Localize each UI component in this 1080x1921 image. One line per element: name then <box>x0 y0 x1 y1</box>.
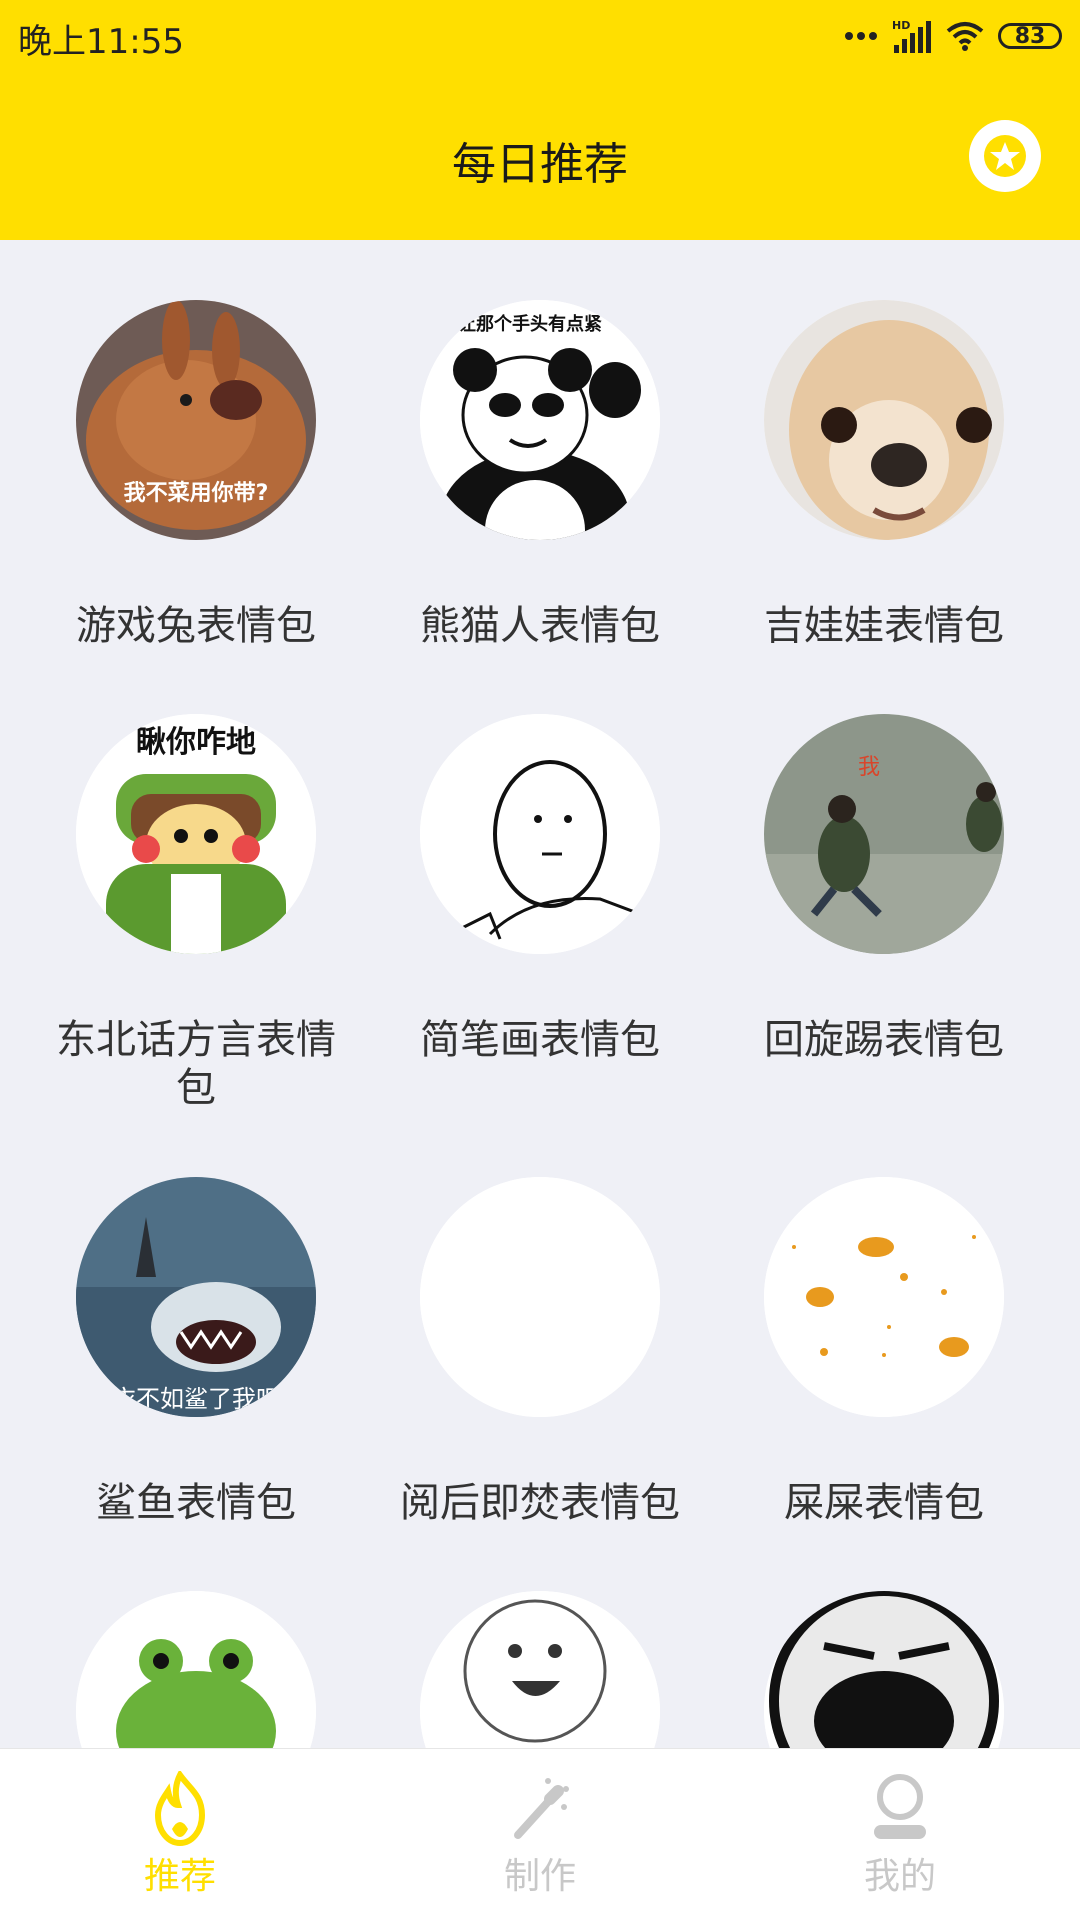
grid-item-panda[interactable]: 让那个手头有点紧 熊猫人表情包 <box>344 240 704 660</box>
tab-label: 我的 <box>863 1856 936 1897</box>
status-bar: 晚上11:55 HD 83 <box>0 0 1080 74</box>
grid-item-burn-after-read[interactable]: 阅后即焚表情包 <box>344 1117 704 1537</box>
tab-create[interactable]: 制作 <box>360 1749 720 1921</box>
user-icon <box>874 1774 926 1839</box>
grid-item-frog[interactable] <box>0 1531 360 1748</box>
grid-item-stick-figure[interactable]: 简笔画表情包 <box>344 654 704 1074</box>
grid-item-dongbei[interactable]: 瞅你咋地 东北话方言表情包 <box>0 654 360 1111</box>
grid-item-label: 回旋踢表情包 <box>764 1017 1004 1063</box>
spin-kick-caption: 我 <box>858 755 880 780</box>
grid-item-label: 熊猫人表情包 <box>420 603 660 649</box>
face-meme-image <box>764 1591 1004 1748</box>
app-header: 晚上11:55 HD 83 每日推荐 <box>0 0 1080 240</box>
rabbit-caption: 我不菜用你带? <box>124 481 269 506</box>
tab-label: 推荐 <box>143 1856 216 1897</box>
star-icon <box>984 135 1026 177</box>
favorites-button[interactable] <box>969 120 1041 192</box>
grid-item-label: 游戏兔表情包 <box>76 603 316 649</box>
grid-item-spin-kick[interactable]: 我 回旋踢表情包 <box>688 654 1048 1074</box>
tab-label: 制作 <box>503 1856 576 1897</box>
poop-meme-image <box>764 1177 1004 1417</box>
tab-recommend[interactable]: 推荐 <box>0 1749 360 1921</box>
more-dots-icon <box>845 32 877 40</box>
dongbei-meme-image: 瞅你咋地 <box>76 714 316 954</box>
grid-item-face[interactable] <box>688 1531 1048 1748</box>
spin-kick-meme-image: 我 <box>764 714 1004 954</box>
status-time: 晚上11:55 <box>18 22 184 62</box>
svg-text:HD: HD <box>892 19 910 32</box>
grid-item-label: 东北话方言表情包 <box>56 1017 336 1111</box>
shark-meme-image: 衣不如鲨了我吧 <box>76 1177 316 1417</box>
battery-level: 83 <box>1014 23 1046 49</box>
magic-wand-icon <box>514 1778 569 1839</box>
grid-item-poop[interactable]: 屎屎表情包 <box>688 1117 1048 1537</box>
signal-icon: HD <box>892 19 931 53</box>
grid-item-chihuahua[interactable]: 吉娃娃表情包 <box>688 240 1048 660</box>
grid-item-label: 简笔画表情包 <box>420 1017 660 1063</box>
blank-meme-image <box>420 1177 660 1417</box>
flame-icon <box>154 1771 206 1847</box>
battery-indicator: 83 <box>998 23 1062 49</box>
grid-item-label: 屎屎表情包 <box>784 1480 984 1526</box>
tab-mine[interactable]: 我的 <box>720 1749 1080 1921</box>
status-icons: HD 83 <box>844 14 1062 58</box>
stick-figure-meme-image <box>420 714 660 954</box>
rabbit-meme-image: 我不菜用你带? <box>76 300 316 540</box>
grid-item-shark[interactable]: 衣不如鲨了我吧 鲨鱼表情包 <box>0 1117 360 1537</box>
grid-item-label: 鲨鱼表情包 <box>96 1480 296 1526</box>
grid-item-label: 阅后即焚表情包 <box>400 1480 680 1526</box>
meme-pack-grid: 我不菜用你带? 游戏兔表情包 让那个手头有点紧 熊猫人表情包 吉娃娃表情包 瞅你… <box>0 240 1080 1748</box>
shark-caption: 衣不如鲨了我吧 <box>112 1385 280 1413</box>
bottom-nav: 推荐 制作 我的 <box>0 1748 1080 1921</box>
dongbei-caption: 瞅你咋地 <box>136 725 256 760</box>
wifi-icon <box>946 22 984 51</box>
grid-item-label: 吉娃娃表情包 <box>764 603 1004 649</box>
frog-meme-image <box>76 1591 316 1748</box>
panda-caption: 让那个手头有点紧 <box>458 313 602 335</box>
grid-item-rabbit[interactable]: 我不菜用你带? 游戏兔表情包 <box>0 240 360 660</box>
grid-item-smiley[interactable] <box>344 1531 704 1748</box>
page-title: 每日推荐 <box>452 139 628 190</box>
panda-meme-image: 让那个手头有点紧 <box>420 300 660 540</box>
smiley-meme-image <box>420 1591 660 1748</box>
chihuahua-meme-image <box>764 300 1004 540</box>
